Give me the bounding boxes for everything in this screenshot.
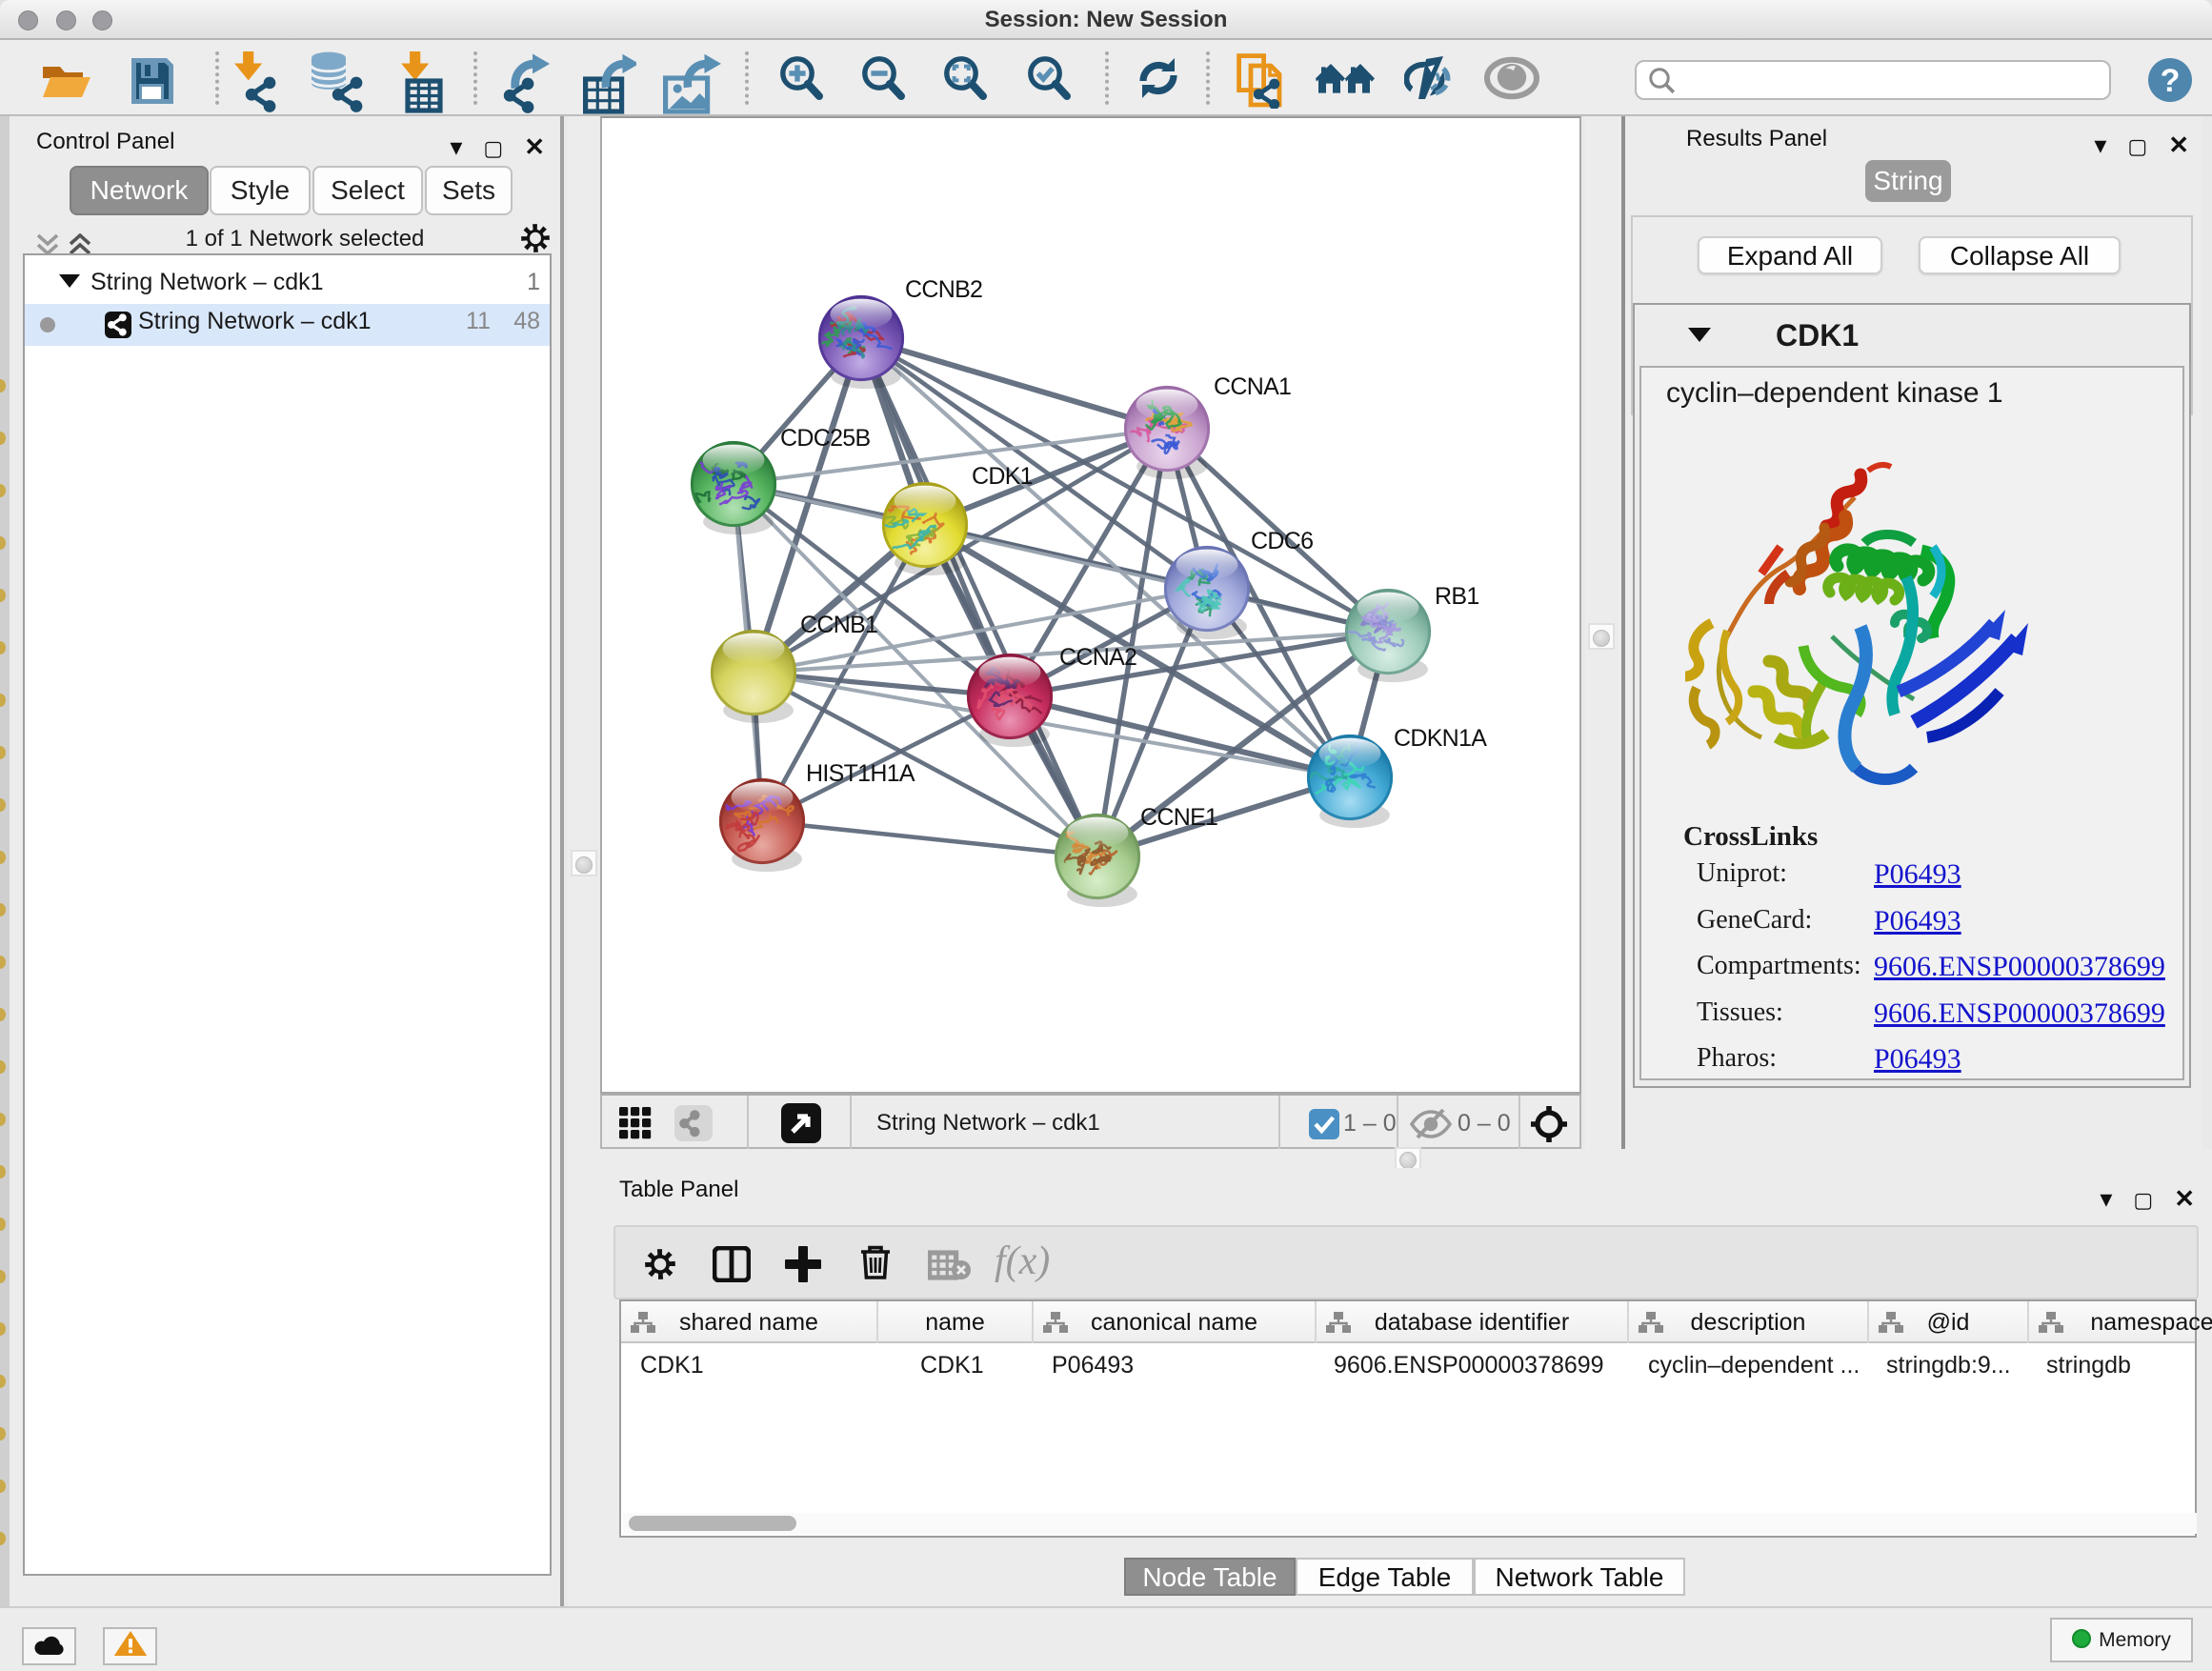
svg-text:CCNB1: CCNB1 [800,612,877,638]
svg-text:CDC6: CDC6 [1251,528,1313,554]
svg-text:CCNA2: CCNA2 [1059,644,1136,671]
svg-text:CCNE1: CCNE1 [1140,804,1217,831]
svg-text:CDC25B: CDC25B [780,425,870,452]
svg-text:CCNB2: CCNB2 [905,276,982,303]
svg-text:?: ? [2161,63,2181,99]
svg-text:HIST1H1A: HIST1H1A [806,760,915,787]
svg-text:CCNA1: CCNA1 [1214,373,1291,400]
svg-text:CDKN1A: CDKN1A [1394,725,1487,752]
svg-text:CDK1: CDK1 [972,463,1033,490]
svg-text:RB1: RB1 [1435,583,1479,610]
